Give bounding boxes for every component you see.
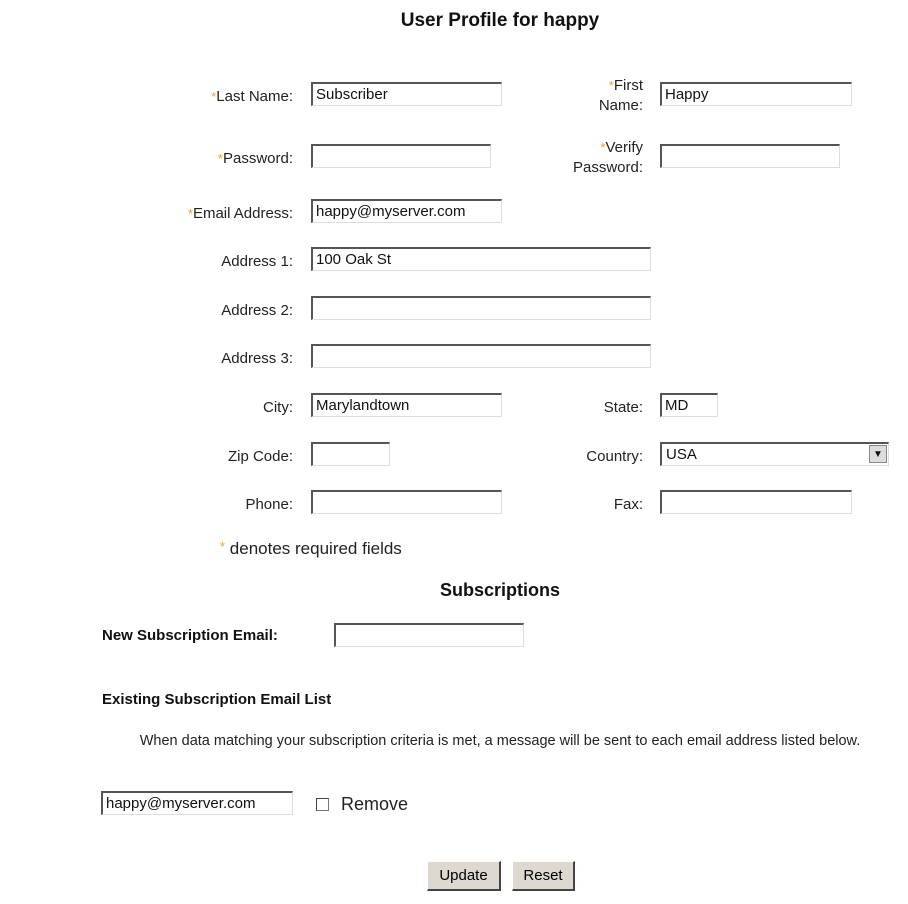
email-input[interactable] bbox=[311, 199, 502, 223]
verify-password-input[interactable] bbox=[660, 144, 840, 168]
page-title: User Profile for happy bbox=[400, 10, 600, 31]
first-name-input[interactable] bbox=[660, 82, 852, 106]
remove-label: Remove bbox=[341, 794, 409, 814]
checkbox-icon[interactable] bbox=[316, 798, 329, 811]
phone-label: Phone: bbox=[245, 496, 293, 513]
address3-label: Address 3: bbox=[221, 350, 293, 367]
city-label: City: bbox=[263, 399, 293, 416]
country-selected-value: USA bbox=[666, 446, 697, 463]
verify-password-label: *Verify Password: bbox=[540, 138, 643, 178]
country-label: Country: bbox=[586, 448, 643, 465]
label-text: Email Address: bbox=[192, 205, 293, 222]
required-note: * denotes required fields bbox=[220, 539, 402, 559]
label-text: Last Name: bbox=[216, 88, 293, 105]
subscription-description: When data matching your subscription cri… bbox=[139, 733, 861, 749]
city-input[interactable] bbox=[311, 393, 502, 417]
new-subscription-label: New Subscription Email: bbox=[102, 627, 278, 644]
fax-input[interactable] bbox=[660, 490, 852, 514]
required-note-text: denotes required fields bbox=[229, 539, 402, 558]
address2-input[interactable] bbox=[311, 296, 651, 320]
update-button[interactable]: Update bbox=[427, 861, 501, 891]
subscriptions-heading: Subscriptions bbox=[439, 580, 560, 600]
remove-option[interactable]: Remove bbox=[316, 794, 408, 815]
existing-email-input[interactable] bbox=[101, 791, 293, 815]
password-label: *Password: bbox=[100, 148, 293, 169]
label-text: Verify bbox=[605, 139, 643, 156]
zip-label: Zip Code: bbox=[227, 448, 293, 465]
address1-input[interactable] bbox=[311, 247, 651, 271]
password-input[interactable] bbox=[311, 144, 491, 168]
chevron-down-icon[interactable]: ▼ bbox=[869, 445, 887, 463]
label-text: First bbox=[613, 77, 643, 94]
address2-label: Address 2: bbox=[221, 302, 293, 319]
email-label: *Email Address: bbox=[100, 203, 293, 224]
last-name-label: *Last Name: bbox=[100, 86, 293, 107]
address1-label: Address 1: bbox=[221, 253, 293, 270]
phone-input[interactable] bbox=[311, 490, 502, 514]
label-text: Password: bbox=[572, 159, 643, 176]
label-text: Password: bbox=[222, 150, 293, 167]
address3-input[interactable] bbox=[311, 344, 651, 368]
fax-label: Fax: bbox=[613, 496, 643, 513]
state-label: State: bbox=[603, 399, 643, 416]
required-marker: * bbox=[220, 539, 226, 554]
reset-button[interactable]: Reset bbox=[512, 861, 575, 891]
label-text: Name: bbox=[598, 97, 643, 114]
last-name-input[interactable] bbox=[311, 82, 502, 106]
state-input[interactable] bbox=[660, 393, 718, 417]
new-subscription-email-input[interactable] bbox=[334, 623, 524, 647]
country-select[interactable]: USA ▼ bbox=[660, 442, 889, 466]
zip-input[interactable] bbox=[311, 442, 390, 466]
existing-subscription-heading: Existing Subscription Email List bbox=[102, 691, 332, 708]
first-name-label: *First Name: bbox=[540, 76, 643, 116]
